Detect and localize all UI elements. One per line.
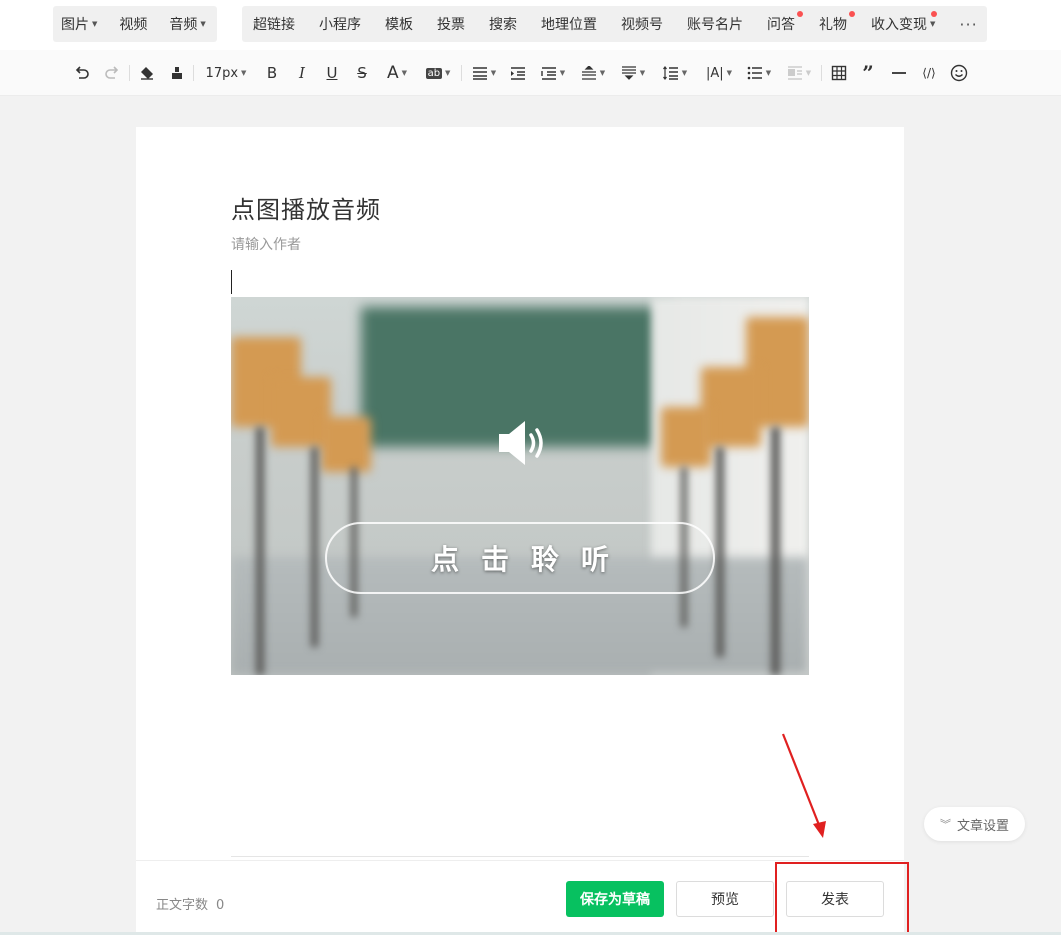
format-painter-icon[interactable] — [167, 50, 187, 96]
new-badge-dot — [931, 11, 938, 17]
line-height-icon[interactable]: ▼ — [660, 50, 690, 96]
listen-label: 点击聆听 — [430, 543, 631, 576]
caret-down-icon: ▼ — [639, 69, 646, 77]
caret-down-icon: ▼ — [681, 69, 688, 77]
caret-down-icon: ▼ — [805, 69, 812, 77]
desk-leg-shape — [716, 447, 724, 657]
code-icon[interactable]: ⟨/⟩ — [918, 50, 940, 96]
annotation-arrow — [781, 733, 826, 838]
insert-group-features: 超链接 小程序 模板 投票 搜索 地理位置 视频号 账号名片 问答 礼物 收入变… — [242, 6, 987, 42]
font-color-button[interactable]: A ▼ — [382, 50, 412, 96]
new-badge-dot — [797, 11, 803, 17]
paragraph-spacing-icon[interactable]: ▼ — [538, 50, 568, 96]
article-settings-button[interactable]: ︾ 文章设置 — [924, 807, 1025, 841]
insert-group-media: 图片 ▼ 视频 音频 ▼ — [53, 6, 217, 42]
insert-channels-button[interactable]: 视频号 — [621, 14, 663, 34]
font-size-select[interactable]: 17px ▼ — [200, 50, 252, 96]
format-toolbar: 17px ▼ B I U S A ▼ ab ▼ ▼ ▼ ▼ ▼ ▼ |A| ▼ ▼ ▼ … — [0, 50, 1061, 96]
desk-shape — [321, 417, 371, 472]
insert-template-button[interactable]: 模板 — [385, 14, 413, 34]
spacing-before-icon[interactable]: ▼ — [578, 50, 608, 96]
content-end-divider — [231, 856, 809, 857]
preview-button[interactable]: 预览 — [676, 881, 774, 917]
insert-search-button[interactable]: 搜索 — [489, 14, 517, 34]
background-color-button[interactable]: ab ▼ — [422, 50, 454, 96]
undo-icon[interactable] — [72, 50, 92, 96]
caret-down-icon: ▼ — [930, 20, 936, 28]
underline-button[interactable]: U — [322, 50, 342, 96]
insert-qa-label: 问答 — [767, 17, 795, 33]
divider-icon[interactable] — [889, 50, 909, 96]
insert-image-button[interactable]: 图片 ▼ — [61, 14, 97, 34]
italic-button[interactable]: I — [292, 50, 312, 96]
desk-leg-shape — [771, 427, 780, 675]
letter-spacing-label: |A| — [705, 65, 724, 81]
caret-down-icon: ▼ — [200, 20, 206, 28]
publish-button[interactable]: 发表 — [786, 881, 884, 917]
text-cursor — [231, 270, 232, 294]
more-options-icon[interactable]: ··· — [959, 15, 977, 34]
insert-image-label: 图片 — [61, 17, 89, 33]
align-icon[interactable]: ▼ — [470, 50, 498, 96]
indent-icon[interactable] — [508, 50, 528, 96]
listen-button[interactable]: 点击聆听 — [325, 522, 715, 594]
word-count-value: 0 — [216, 898, 225, 913]
letter-spacing-button[interactable]: |A| ▼ — [702, 50, 736, 96]
table-icon[interactable] — [829, 50, 849, 96]
caret-down-icon: ▼ — [559, 69, 566, 77]
speaker-icon[interactable] — [495, 417, 549, 469]
author-input[interactable]: 请输入作者 — [231, 234, 301, 254]
float-align-icon[interactable]: ▼ — [784, 50, 814, 96]
caret-down-icon: ▼ — [490, 69, 497, 77]
save-draft-button[interactable]: 保存为草稿 — [566, 881, 664, 917]
article-title[interactable]: 点图播放音频 — [231, 190, 381, 225]
insert-gift-label: 礼物 — [819, 17, 847, 33]
list-icon[interactable]: ▼ — [744, 50, 774, 96]
strikethrough-button[interactable]: S — [352, 50, 372, 96]
font-size-value: 17px — [205, 65, 239, 81]
insert-monetize-button[interactable]: 收入变现 ▼ — [871, 11, 938, 34]
insert-video-button[interactable]: 视频 — [119, 14, 147, 34]
quote-icon[interactable]: ” — [858, 50, 878, 96]
bold-button[interactable]: B — [262, 50, 282, 96]
insert-miniprogram-button[interactable]: 小程序 — [319, 14, 361, 34]
caret-down-icon: ▼ — [92, 20, 98, 28]
caret-down-icon: ▼ — [401, 69, 408, 77]
eraser-icon[interactable] — [137, 50, 157, 96]
background-color-label: ab — [425, 67, 443, 79]
article-settings-label: 文章设置 — [956, 818, 1009, 834]
insert-audio-label: 音频 — [169, 17, 198, 33]
word-count-label: 正文字数 — [156, 898, 209, 913]
caret-down-icon: ▼ — [445, 69, 451, 77]
font-color-label: A — [386, 63, 399, 83]
insert-gift-button[interactable]: 礼物 — [819, 11, 855, 34]
desk-shape — [661, 407, 711, 467]
new-badge-dot — [849, 11, 855, 17]
insert-vote-button[interactable]: 投票 — [437, 14, 465, 34]
caret-down-icon: ▼ — [726, 69, 733, 77]
insert-monetize-label: 收入变现 — [871, 17, 927, 33]
caret-down-icon: ▼ — [241, 69, 247, 77]
desk-leg-shape — [256, 427, 264, 675]
emoji-icon[interactable] — [949, 50, 969, 96]
desk-leg-shape — [311, 447, 318, 647]
insert-qa-button[interactable]: 问答 — [767, 11, 803, 34]
insert-toolbar: 图片 ▼ 视频 音频 ▼ 超链接 小程序 模板 投票 搜索 地理位置 视频号 账号名… — [0, 0, 1061, 50]
spacing-after-icon[interactable]: ▼ — [618, 50, 648, 96]
redo-icon[interactable] — [102, 50, 122, 96]
insert-hyperlink-button[interactable]: 超链接 — [253, 14, 295, 34]
caret-down-icon: ▼ — [599, 69, 606, 77]
double-chevron-down-icon: ︾ — [939, 818, 951, 831]
audio-cover-image[interactable]: 点击聆听 — [231, 297, 809, 675]
insert-account-card-button[interactable]: 账号名片 — [687, 14, 743, 34]
word-count: 正文字数 0 — [156, 894, 224, 913]
insert-audio-button[interactable]: 音频 ▼ — [169, 14, 205, 34]
caret-down-icon: ▼ — [765, 69, 772, 77]
insert-video-label: 视频 — [119, 17, 148, 33]
insert-location-button[interactable]: 地理位置 — [541, 14, 597, 34]
